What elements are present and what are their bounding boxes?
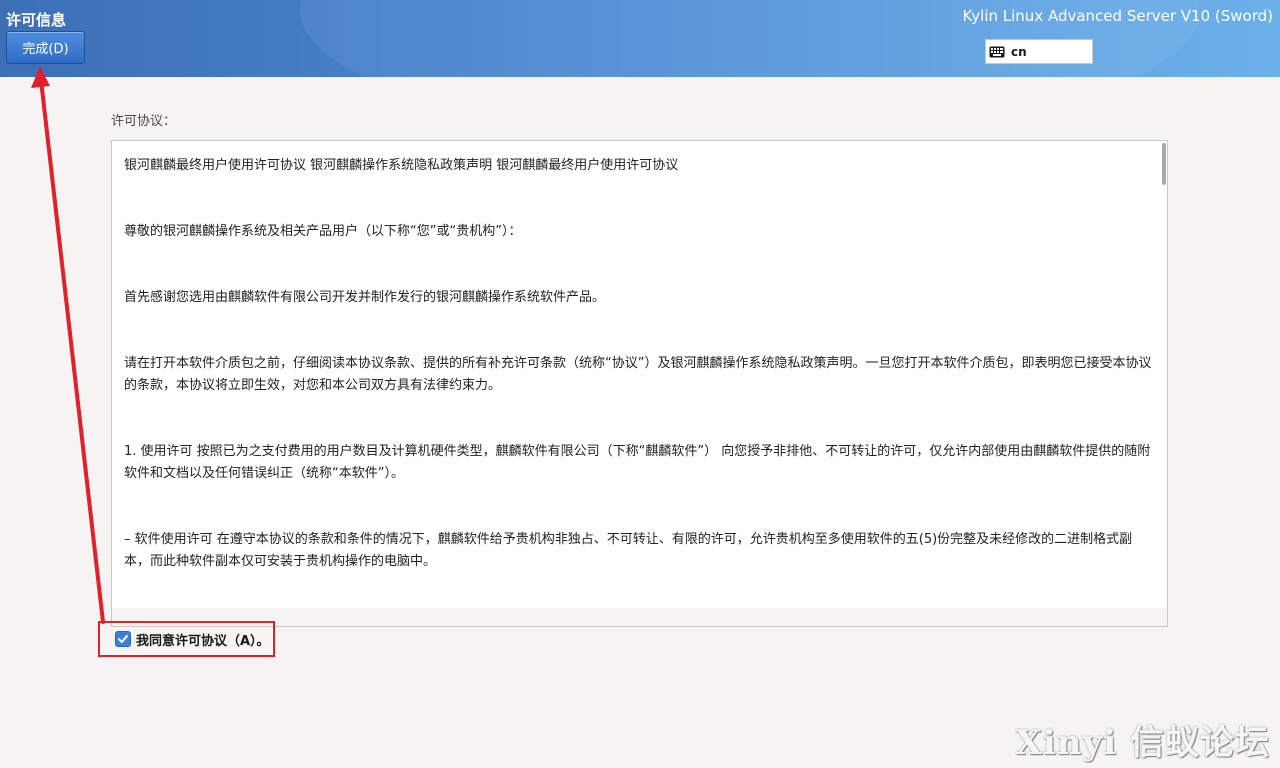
watermark: Xinyi 信蚁论坛 [1015, 723, 1270, 763]
keyboard-layout-indicator[interactable]: cn [985, 39, 1093, 64]
keyboard-icon [989, 46, 1005, 57]
license-paragraph: 银河麒麟最终用户使用许可协议 银河麒麟操作系统隐私政策声明 银河麒麟最终用户使用… [124, 158, 679, 173]
scrollbar[interactable] [1162, 143, 1166, 185]
license-paragraph: – 软件使用许可 在遵守本协议的条款和条件的情况下，麒麟软件给予贵机构非独占、不… [124, 532, 1133, 569]
agree-annotation-box: 我同意许可协议（A）。 [98, 621, 275, 657]
checkmark-icon [118, 635, 128, 643]
license-paragraph: 请在打开本软件介质包之前，仔细阅读本协议条款、提供的所有补充许可条款（统称“协议… [124, 356, 1152, 393]
agree-label[interactable]: 我同意许可协议（A）。 [136, 630, 270, 649]
license-text-view[interactable]: 银河麒麟最终用户使用许可协议 银河麒麟操作系统隐私政策声明 银河麒麟最终用户使用… [111, 140, 1168, 627]
done-button[interactable]: 完成(D) [6, 31, 85, 64]
agree-checkbox[interactable] [115, 631, 131, 647]
product-name: Kylin Linux Advanced Server V10 (Sword) [962, 7, 1273, 25]
keyboard-layout-label: cn [1011, 44, 1027, 59]
license-paragraph: 首先感谢您选用由麒麟软件有限公司开发并制作发行的银河麒麟操作系统软件产品。 [124, 290, 606, 305]
header-bar: 许可信息 完成(D) Kylin Linux Advanced Server V… [0, 0, 1280, 77]
page-title: 许可信息 [6, 11, 67, 29]
license-label: 许可协议： [111, 114, 177, 129]
license-paragraph: 1. 使用许可 按照已为之支付费用的用户数目及计算机硬件类型，麒麟软件有限公司（… [124, 444, 1151, 481]
license-text: 银河麒麟最终用户使用许可协议 银河麒麟操作系统隐私政策声明 银河麒麟最终用户使用… [124, 155, 1154, 617]
license-paragraph: 尊敬的银河麒麟操作系统及相关产品用户（以下称“您”或“贵机构”）： [124, 224, 522, 239]
